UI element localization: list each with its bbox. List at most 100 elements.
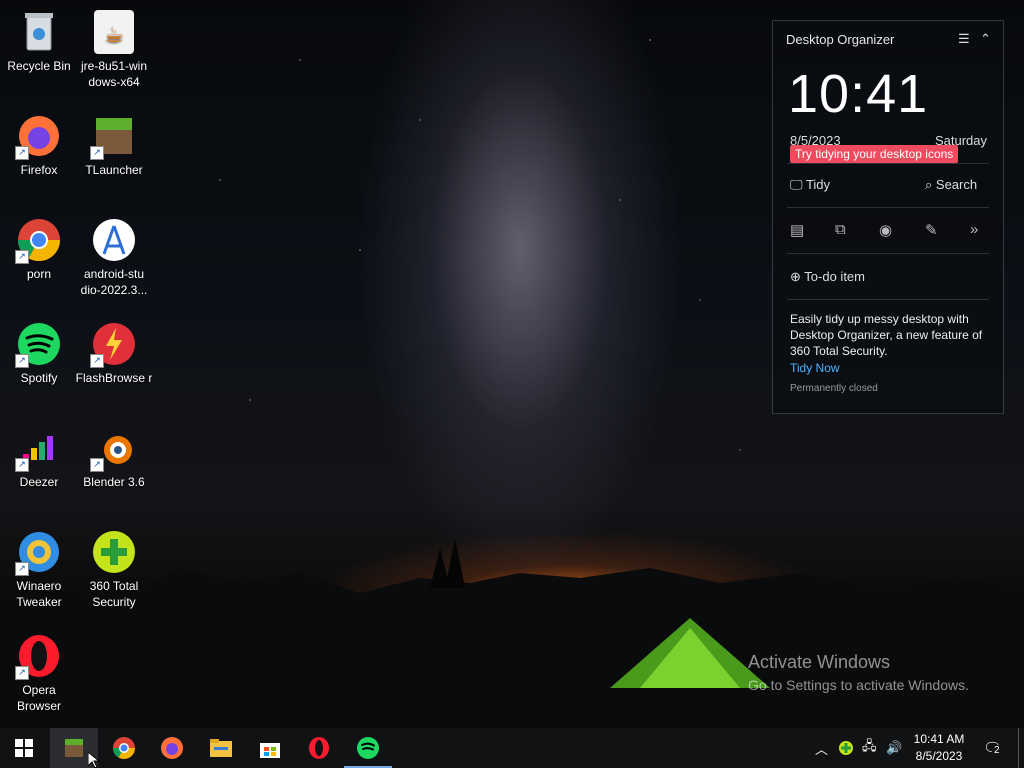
notification-center-icon[interactable]: 🗨 2 xyxy=(983,728,1003,768)
icon-label: Deezer xyxy=(19,475,59,489)
windows-start-button[interactable] xyxy=(0,728,48,768)
recycle-bin-icon xyxy=(15,8,63,56)
icon-label: jre-8u51-win dows-x64 xyxy=(80,59,148,89)
crop-icon[interactable]: ⧉ xyxy=(835,221,846,238)
deezer-icon: ↗ xyxy=(15,424,63,472)
note-icon[interactable]: ✎ xyxy=(925,221,938,239)
tlauncher-icon xyxy=(65,739,83,757)
organizer-clock: 10:41 xyxy=(788,64,929,124)
shortcut-arrow-icon: ↗ xyxy=(15,666,29,680)
tlauncher-icon: ↗ xyxy=(90,112,138,160)
search-icon: ⌕ xyxy=(925,177,933,192)
icon-label: FlashBrowse r xyxy=(75,371,153,385)
desktop-icon-tlauncher[interactable]: ↗ TLauncher xyxy=(75,112,153,178)
icon-label: Winaero Tweaker xyxy=(16,579,62,609)
divider xyxy=(787,253,989,254)
add-todo-button[interactable]: ⊕ To-do item xyxy=(790,269,865,285)
tidy-tip-tooltip: Try tidying your desktop icons xyxy=(790,145,959,163)
android-studio-icon xyxy=(90,216,138,264)
shortcut-arrow-icon: ↗ xyxy=(15,458,29,472)
monitor-icon: 🖵 xyxy=(790,177,803,192)
chrome-icon: ↗ xyxy=(15,216,63,264)
desktop-icon-blender[interactable]: ↗ Blender 3.6 xyxy=(75,424,153,490)
eye-icon[interactable]: ◉ xyxy=(879,221,892,239)
network-icon[interactable]: 🖧 xyxy=(862,728,877,768)
activate-windows-title: Activate Windows xyxy=(748,652,891,672)
desktop-icon-deezer[interactable]: ↗ Deezer xyxy=(0,424,78,490)
shortcut-arrow-icon: ↗ xyxy=(15,146,29,160)
promo-text: Easily tidy up messy desktop with Deskto… xyxy=(790,312,983,358)
shortcut-arrow-icon: ↗ xyxy=(15,354,29,368)
taskbar-opera[interactable] xyxy=(295,728,343,768)
taskbar-date[interactable]: 8/5/2023 xyxy=(904,749,974,763)
opera-icon: ↗ xyxy=(15,632,63,680)
microsoft-store-icon xyxy=(260,743,280,758)
organizer-title: Desktop Organizer xyxy=(786,32,895,47)
icon-label: Opera Browser xyxy=(16,683,61,713)
wallpaper-landscape xyxy=(0,538,1024,728)
taskbar: ︿ 🖧 🔊 10:41 AM 8/5/2023 🗨 2 xyxy=(0,728,1024,768)
winaero-tweaker-icon: ↗ xyxy=(15,528,63,576)
desktop-icon-flashbrowser[interactable]: ↗ FlashBrowse r xyxy=(75,320,153,386)
icon-label: Recycle Bin xyxy=(7,59,71,73)
file-explorer-icon xyxy=(210,739,232,757)
notification-count-badge: 2 xyxy=(992,745,1002,756)
chrome-icon xyxy=(113,737,135,759)
taskbar-time[interactable]: 10:41 AM xyxy=(904,732,974,746)
icon-label: Blender 3.6 xyxy=(83,475,145,489)
tidy-button[interactable]: 🖵 Tidy xyxy=(790,177,830,193)
spotify-icon: ↗ xyxy=(15,320,63,368)
icon-label: Firefox xyxy=(20,163,58,177)
search-button[interactable]: ⌕ Search xyxy=(925,177,977,193)
show-desktop-button[interactable] xyxy=(1018,728,1024,768)
shortcut-arrow-icon: ↗ xyxy=(15,250,29,264)
desktop-icon-spotify[interactable]: ↗ Spotify xyxy=(0,320,78,386)
spotify-icon xyxy=(357,737,379,759)
chevron-up-icon[interactable]: ⌃ xyxy=(980,31,991,47)
desktop-icon-opera[interactable]: ↗ Opera Browser xyxy=(0,632,78,714)
shortcut-arrow-icon: ↗ xyxy=(90,458,104,472)
svg-text:☕: ☕ xyxy=(104,23,124,48)
shortcut-arrow-icon: ↗ xyxy=(15,562,29,576)
divider xyxy=(787,299,989,300)
java-installer-icon: ☕ xyxy=(90,8,138,56)
icon-label: TLauncher xyxy=(85,163,143,177)
desktop-icon-jre[interactable]: ☕ jre-8u51-win dows-x64 xyxy=(75,8,153,90)
360-total-security-icon xyxy=(90,528,138,576)
icon-label: android-stu dio-2022.3... xyxy=(80,267,148,297)
desktop-icon-android-studio[interactable]: android-stu dio-2022.3... xyxy=(75,216,153,298)
tidy-now-link[interactable]: Tidy Now xyxy=(790,361,840,375)
search-label: Search xyxy=(935,177,978,192)
taskbar-file-explorer[interactable] xyxy=(197,728,245,768)
tray-expand-chevron-icon[interactable]: ︿ xyxy=(815,728,828,768)
icon-label: Spotify xyxy=(20,371,58,385)
icon-label: 360 Total Security xyxy=(89,579,139,609)
shortcut-arrow-icon: ↗ xyxy=(90,354,104,368)
menu-icon[interactable]: ☰ xyxy=(958,31,970,47)
taskbar-chrome[interactable] xyxy=(100,728,148,768)
shortcut-arrow-icon: ↗ xyxy=(90,146,104,160)
tidy-label: Tidy xyxy=(805,177,831,192)
taskbar-spotify[interactable] xyxy=(344,728,392,768)
copy-icon[interactable]: ▤ xyxy=(790,221,804,239)
plus-circle-icon: ⊕ xyxy=(790,269,801,284)
tray-360-icon[interactable] xyxy=(838,728,854,768)
divider xyxy=(787,207,989,208)
desktop-icon-recycle-bin[interactable]: Recycle Bin xyxy=(0,8,78,74)
taskbar-microsoft-store[interactable] xyxy=(246,728,294,768)
taskbar-firefox[interactable] xyxy=(148,728,196,768)
desktop-icon-360-total-security[interactable]: 360 Total Security xyxy=(75,528,153,610)
firefox-icon: ↗ xyxy=(15,112,63,160)
desktop-icon-chrome[interactable]: ↗ porn xyxy=(0,216,78,282)
todo-label: To-do item xyxy=(804,269,865,284)
double-chevron-right-icon[interactable]: » xyxy=(970,221,978,238)
opera-icon xyxy=(309,737,329,759)
flash-browser-icon: ↗ xyxy=(90,320,138,368)
firefox-icon xyxy=(161,737,183,759)
mouse-cursor-icon xyxy=(88,752,100,768)
permanently-closed-link[interactable]: Permanently closed xyxy=(790,383,878,394)
desktop-icon-winaero[interactable]: ↗ Winaero Tweaker xyxy=(0,528,78,610)
volume-icon[interactable]: 🔊 xyxy=(886,728,902,768)
desktop-icon-firefox[interactable]: ↗ Firefox xyxy=(0,112,78,178)
divider xyxy=(787,163,989,164)
